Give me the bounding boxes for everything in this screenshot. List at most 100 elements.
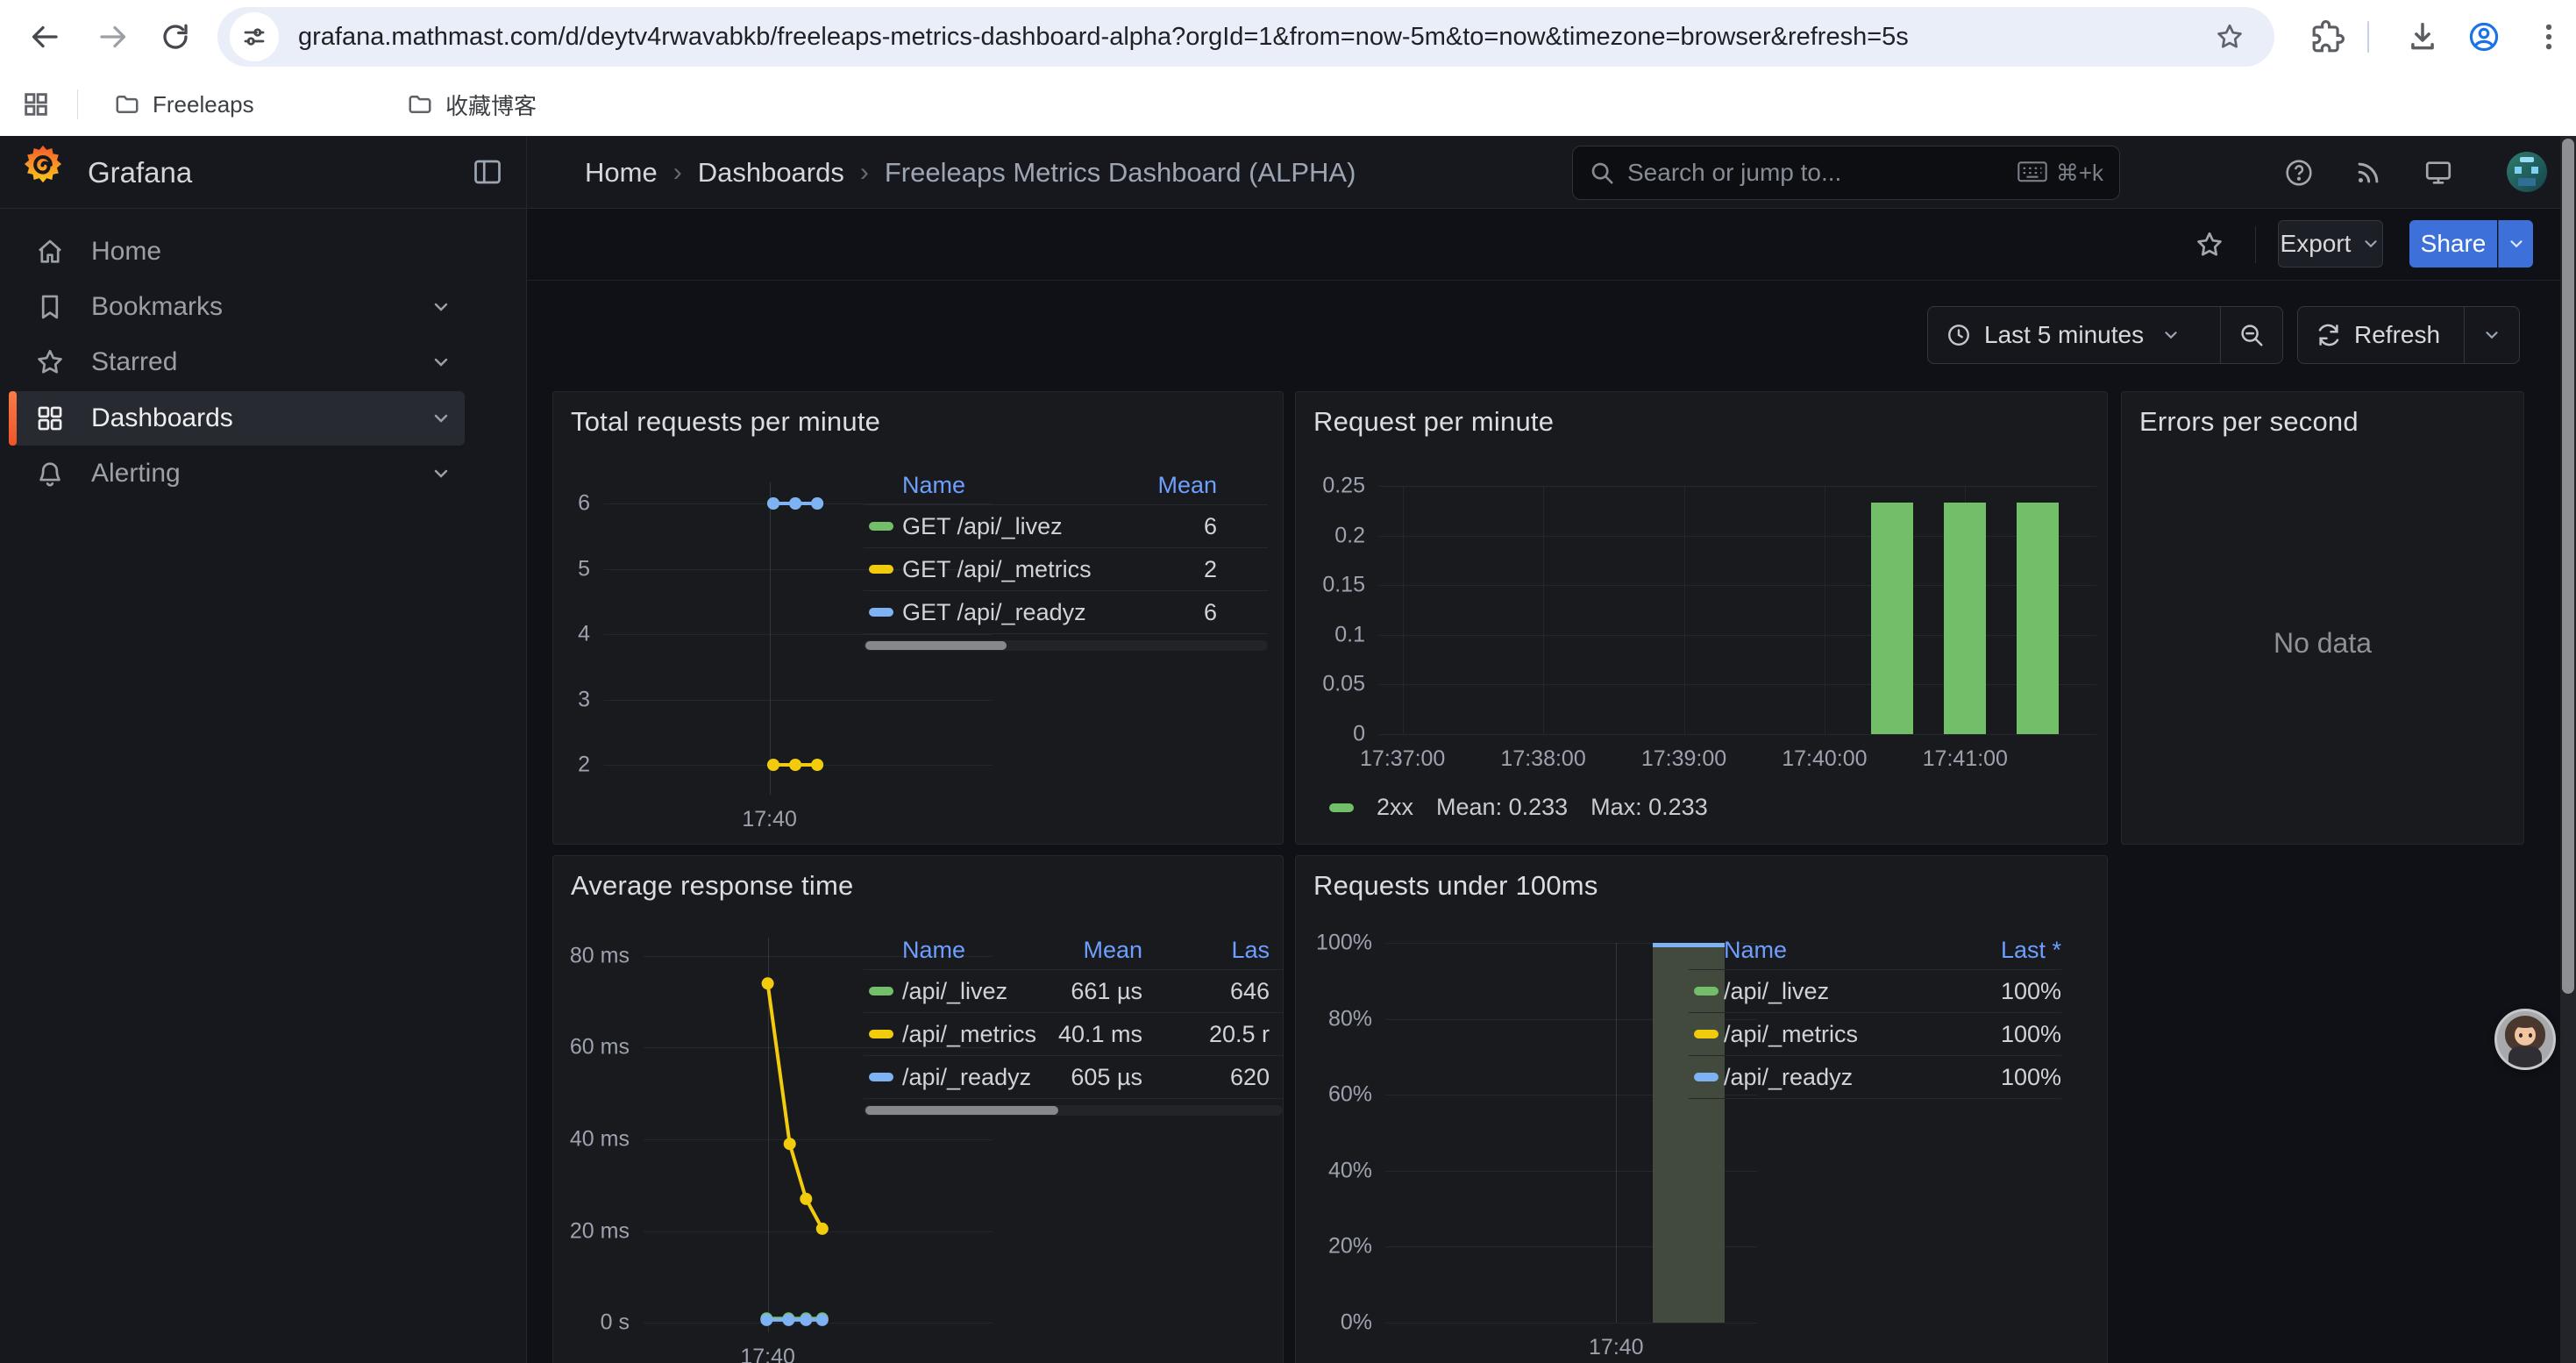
legend-column-header[interactable]: Name [902, 937, 1037, 964]
y-tick-label: 3 [578, 687, 590, 712]
assistant-avatar[interactable] [2494, 1009, 2556, 1070]
breadcrumb-item[interactable]: Home [585, 157, 658, 189]
series-name[interactable]: GET /api/_livez [902, 513, 1103, 540]
share-button[interactable]: Share [2409, 220, 2497, 268]
menu-icon[interactable] [2532, 20, 2565, 54]
avatar-art [2518, 178, 2536, 186]
legend-column-header[interactable]: Mean [1103, 472, 1268, 499]
avatar-art [2515, 167, 2522, 174]
back-icon[interactable] [30, 21, 61, 53]
panel-title[interactable]: Requests under 100ms [1313, 870, 1598, 902]
legend-column-header[interactable]: Last * [1956, 937, 2061, 964]
series-name[interactable]: /api/_livez [902, 978, 1037, 1005]
bookmark-item[interactable]: Freeleaps [98, 84, 270, 125]
series-name[interactable]: GET /api/_readyz [902, 599, 1103, 626]
legend-column-header[interactable]: Las [1142, 937, 1283, 964]
legend-scrollbar-thumb[interactable] [865, 641, 1007, 650]
y-tick-label: 20 ms [570, 1218, 630, 1244]
legend-scrollbar[interactable] [864, 1105, 1283, 1116]
zoom-out-button[interactable] [2220, 307, 2282, 363]
sidebar-item-home[interactable]: Home [9, 225, 465, 279]
series-name[interactable]: /api/_readyz [902, 1064, 1037, 1091]
panel-title[interactable]: Errors per second [2139, 406, 2359, 438]
chevron-down-icon[interactable] [431, 352, 452, 373]
downloads-icon[interactable] [2406, 20, 2439, 54]
dashboard-toolbar [527, 209, 2576, 281]
legend-row: /api/_livez661 µs646 [864, 970, 1283, 1013]
panel-title[interactable]: Average response time [571, 870, 853, 902]
bookmark-item[interactable]: 收藏博客 [391, 84, 552, 125]
grafana-logo-icon[interactable] [23, 144, 63, 184]
series-name[interactable]: 2xx [1377, 794, 1413, 821]
chevron-down-icon[interactable] [431, 408, 452, 429]
inline-legend[interactable]: 2xxMean: 0.233Max: 0.233 [1329, 794, 1708, 821]
legend-value: 6 [1103, 513, 1268, 540]
time-range-picker[interactable]: Last 5 minutes [1928, 307, 2220, 363]
series-name[interactable]: /api/_metrics [1724, 1021, 1956, 1048]
legend-column-header[interactable]: Name [1724, 937, 1956, 964]
bookmark-star-icon[interactable] [2215, 22, 2245, 52]
y-tick-label: 40% [1328, 1158, 1372, 1183]
chevron-down-icon [2161, 325, 2181, 345]
series-color-swatch [869, 1073, 893, 1081]
panel-title[interactable]: Total requests per minute [571, 406, 880, 438]
legend-row: /api/_readyz100% [1689, 1056, 2061, 1099]
sidebar-item-label: Starred [91, 347, 177, 377]
panel-total-requests-per-minute: Total requests per minute 6543217:40 Nam… [552, 391, 1284, 845]
sidebar-item-alerting[interactable]: Alerting [9, 446, 465, 501]
user-avatar[interactable] [2507, 152, 2547, 192]
extensions-icon[interactable] [2311, 20, 2345, 54]
monitor-icon[interactable] [2423, 158, 2453, 188]
share-menu-button[interactable] [2498, 220, 2533, 268]
gridline [1379, 486, 2096, 487]
legend-scrollbar-thumb[interactable] [865, 1106, 1058, 1115]
favorite-star-icon[interactable] [2195, 230, 2224, 260]
apps-grid-icon[interactable] [21, 89, 51, 119]
legend-column-header[interactable]: Mean [1037, 937, 1142, 964]
forward-icon[interactable] [96, 21, 128, 53]
collapse-sidebar-icon[interactable] [472, 156, 503, 188]
series-color-swatch [869, 522, 893, 531]
legend-scrollbar[interactable] [864, 640, 1268, 651]
series-name[interactable]: /api/_metrics [902, 1021, 1037, 1048]
breadcrumb-item[interactable]: Dashboards [698, 157, 844, 189]
avatar-art [2531, 167, 2538, 174]
sidebar-item-label: Dashboards [91, 403, 233, 433]
chevron-down-icon[interactable] [431, 463, 452, 484]
export-button[interactable]: Export [2278, 220, 2383, 268]
gridline [1379, 734, 2096, 735]
sidebar-item-starred[interactable]: Starred [9, 335, 465, 389]
y-tick-label: 60 ms [570, 1035, 630, 1060]
x-tick-label: 17:40:00 [1782, 746, 1867, 772]
refresh-button[interactable]: Refresh [2298, 307, 2464, 363]
series-name[interactable]: /api/_readyz [1724, 1064, 1956, 1091]
profile-icon[interactable] [2467, 20, 2501, 54]
series-name[interactable]: /api/_livez [1724, 978, 1956, 1005]
panel-title[interactable]: Request per minute [1313, 406, 1554, 438]
help-icon[interactable] [2284, 158, 2314, 188]
avatar-art [2529, 1033, 2532, 1038]
avatar-art [2511, 1017, 2539, 1028]
sidebar-item-bookmarks[interactable]: Bookmarks [9, 280, 465, 334]
refresh-interval-button[interactable] [2464, 307, 2519, 363]
gridline [1379, 585, 2096, 586]
url-bar[interactable]: grafana.mathmast.com/d/deytv4rwavabkb/fr… [217, 7, 2274, 67]
page-scrollbar-thumb[interactable] [2562, 139, 2574, 994]
site-settings-icon[interactable] [230, 12, 279, 61]
x-tick-label: 17:38:00 [1500, 746, 1585, 772]
search-shortcut: ⌘+k [2056, 160, 2103, 187]
y-tick-label: 5 [578, 556, 590, 582]
x-tick-label: 17:40 [740, 1345, 795, 1363]
time-range-label: Last 5 minutes [1984, 321, 2144, 349]
chevron-down-icon[interactable] [431, 296, 452, 318]
search-input[interactable]: Search or jump to... ⌘+k [1572, 146, 2120, 200]
sidebar-item-dashboards[interactable]: Dashboards [9, 391, 465, 446]
keyboard-icon [2017, 161, 2047, 184]
y-tick-label: 80% [1328, 1006, 1372, 1031]
series-name[interactable]: GET /api/_metrics [902, 556, 1103, 583]
y-tick-label: 0.05 [1322, 672, 1365, 697]
legend-column-header[interactable]: Name [902, 472, 1103, 499]
url-text[interactable]: grafana.mathmast.com/d/deytv4rwavabkb/fr… [298, 7, 1909, 67]
news-rss-icon[interactable] [2353, 158, 2383, 188]
reload-icon[interactable] [160, 21, 191, 53]
